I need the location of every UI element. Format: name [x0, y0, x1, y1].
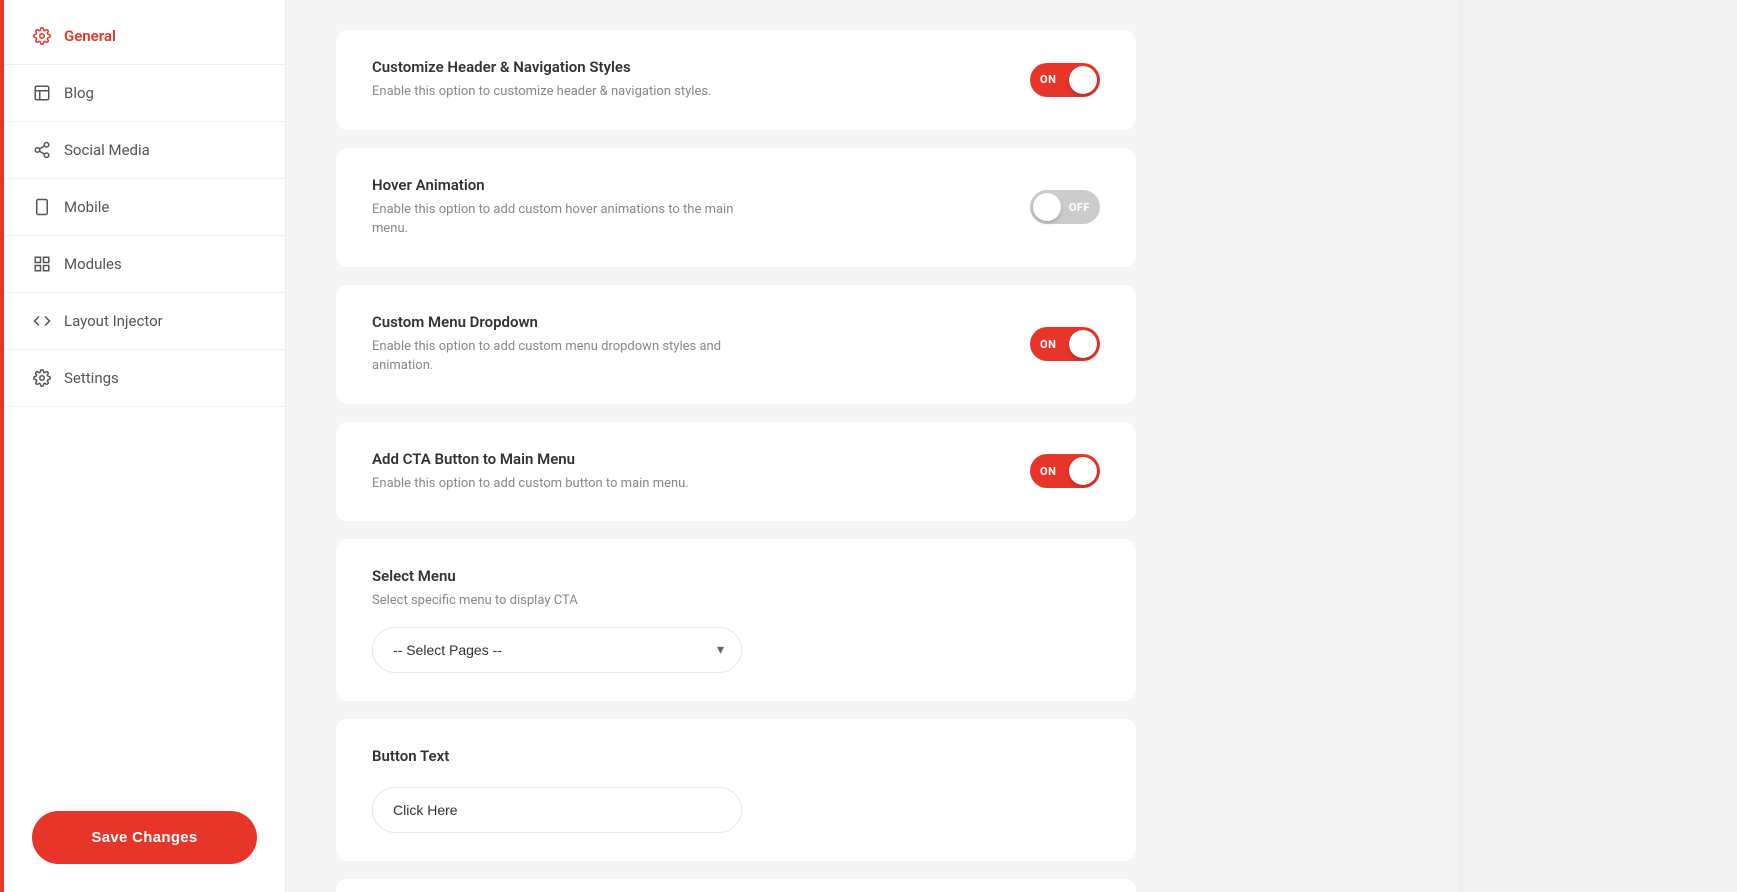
- sidebar-item-label-blog: Blog: [64, 84, 94, 102]
- setting-desc-custom-menu-dropdown: Enable this option to add custom menu dr…: [372, 337, 752, 376]
- general-icon: [32, 26, 52, 46]
- select-select-menu[interactable]: -- Select Pages --: [372, 627, 742, 673]
- setting-control-button-text: [372, 787, 1100, 833]
- sidebar-item-label-modules: Modules: [64, 255, 122, 273]
- setting-control-select-menu: -- Select Pages --▾: [372, 627, 1100, 673]
- toggle-label-add-cta-button: ON: [1040, 465, 1056, 478]
- toggle-customize-header[interactable]: ON: [1030, 63, 1100, 97]
- setting-title-custom-menu-dropdown: Custom Menu Dropdown: [372, 313, 990, 331]
- setting-info-hover-animation: Hover Animation Enable this option to add…: [372, 176, 1030, 239]
- sidebar-item-label-general: General: [64, 27, 116, 45]
- toggle-thumb-hover-animation: [1033, 193, 1061, 221]
- setting-control-add-cta-button: ON: [1030, 454, 1100, 488]
- setting-desc-hover-animation: Enable this option to add custom hover a…: [372, 200, 752, 239]
- right-panel: [1457, 0, 1737, 892]
- toggle-thumb-add-cta-button: [1069, 457, 1097, 485]
- settings-icon: [32, 368, 52, 388]
- setting-desc-customize-header: Enable this option to customize header &…: [372, 82, 752, 102]
- sidebar-item-modules[interactable]: Modules: [4, 236, 285, 293]
- sidebar-item-label-layout-injector: Layout Injector: [64, 312, 163, 330]
- setting-info-add-cta-button: Add CTA Button to Main Menu Enable this o…: [372, 450, 1030, 494]
- main-content: Customize Header & Navigation Styles Enab…: [286, 0, 1457, 892]
- setting-title-button-text: Button Text: [372, 747, 449, 765]
- layout-injector-icon: [32, 311, 52, 331]
- toggle-hover-animation[interactable]: OFF: [1030, 190, 1100, 224]
- setting-info-customize-header: Customize Header & Navigation Styles Enab…: [372, 58, 1030, 102]
- setting-info-select-menu: Select Menu Select specific menu to displ…: [372, 567, 578, 611]
- sidebar-item-general[interactable]: General: [4, 8, 285, 65]
- setting-control-custom-menu-dropdown: ON: [1030, 327, 1100, 361]
- sidebar-item-layout-injector[interactable]: Layout Injector: [4, 293, 285, 350]
- toggle-label-custom-menu-dropdown: ON: [1040, 338, 1056, 351]
- toggle-label-customize-header: ON: [1040, 73, 1056, 86]
- sidebar-item-social-media[interactable]: Social Media: [4, 122, 285, 179]
- setting-desc-add-cta-button: Enable this option to add custom button …: [372, 474, 752, 494]
- sidebar-nav: General Blog Social Media Mobile Modules Layo…: [4, 0, 285, 783]
- sidebar-item-settings[interactable]: Settings: [4, 350, 285, 407]
- save-btn-container: Save Changes: [4, 783, 285, 892]
- setting-title-add-cta-button: Add CTA Button to Main Menu: [372, 450, 990, 468]
- setting-info-button-text: Button Text: [372, 747, 449, 771]
- setting-row-hover-animation: Hover Animation Enable this option to add…: [336, 148, 1136, 267]
- setting-row-add-cta-button: Add CTA Button to Main Menu Enable this o…: [336, 422, 1136, 522]
- sidebar-item-blog[interactable]: Blog: [4, 65, 285, 122]
- setting-row-button-text: Button Text: [336, 719, 1136, 861]
- toggle-custom-menu-dropdown[interactable]: ON: [1030, 327, 1100, 361]
- setting-row-select-menu: Select Menu Select specific menu to displ…: [336, 539, 1136, 701]
- setting-control-hover-animation: OFF: [1030, 190, 1100, 224]
- input-button-text[interactable]: [372, 787, 742, 833]
- sidebar-item-label-social-media: Social Media: [64, 141, 150, 159]
- toggle-thumb-customize-header: [1069, 66, 1097, 94]
- content-panel: Customize Header & Navigation Styles Enab…: [286, 0, 1186, 892]
- sidebar-item-label-settings: Settings: [64, 369, 119, 387]
- setting-row-customize-header: Customize Header & Navigation Styles Enab…: [336, 30, 1136, 130]
- toggle-add-cta-button[interactable]: ON: [1030, 454, 1100, 488]
- setting-desc-select-menu: Select specific menu to display CTA: [372, 591, 578, 611]
- setting-title-hover-animation: Hover Animation: [372, 176, 990, 194]
- modules-icon: [32, 254, 52, 274]
- setting-title-select-menu: Select Menu: [372, 567, 578, 585]
- setting-info-custom-menu-dropdown: Custom Menu Dropdown Enable this option t…: [372, 313, 1030, 376]
- sidebar-item-mobile[interactable]: Mobile: [4, 179, 285, 236]
- setting-title-customize-header: Customize Header & Navigation Styles: [372, 58, 990, 76]
- social-media-icon: [32, 140, 52, 160]
- setting-row-custom-menu-dropdown: Custom Menu Dropdown Enable this option t…: [336, 285, 1136, 404]
- sidebar: General Blog Social Media Mobile Modules Layo…: [4, 0, 286, 892]
- save-changes-button[interactable]: Save Changes: [32, 811, 257, 864]
- toggle-label-hover-animation: OFF: [1069, 201, 1090, 214]
- mobile-icon: [32, 197, 52, 217]
- blog-icon: [32, 83, 52, 103]
- setting-row-button-url: Button URL: [336, 879, 1136, 892]
- setting-control-customize-header: ON: [1030, 63, 1100, 97]
- sidebar-item-label-mobile: Mobile: [64, 198, 109, 216]
- select-container-select-menu: -- Select Pages --▾: [372, 627, 742, 673]
- toggle-thumb-custom-menu-dropdown: [1069, 330, 1097, 358]
